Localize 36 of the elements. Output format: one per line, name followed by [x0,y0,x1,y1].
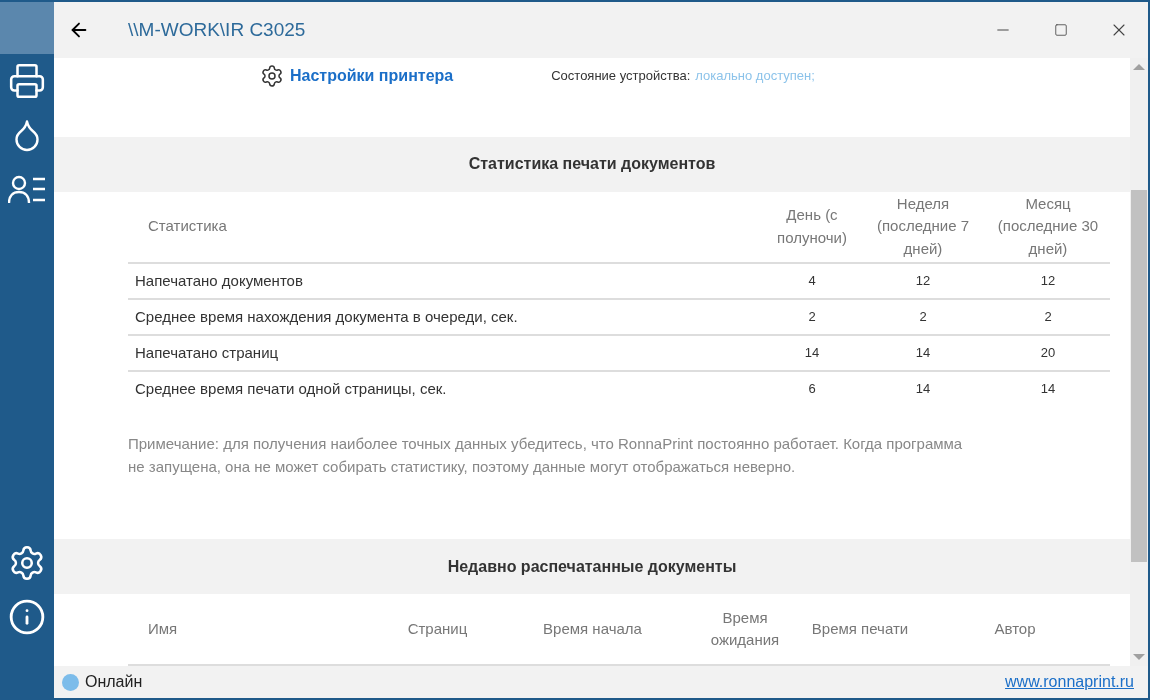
gear-icon[interactable] [260,64,284,88]
device-status-label: Состояние устройства: [551,68,691,83]
printer-settings-link[interactable]: Настройки принтера [260,64,454,88]
table-cell: Напечатано документов [128,263,764,300]
table-cell: 4 [764,263,860,300]
table-cell: 14 [764,335,860,372]
info-icon[interactable] [8,598,46,636]
device-status-value: локально доступен; [695,68,815,83]
window-title: \\M-WORK\IR C3025 [128,19,307,41]
table-cell: 2 [764,299,860,336]
table-cell: 2 [986,299,1110,336]
sidebar-header [0,2,54,54]
table-cell-text: 14 [914,380,932,399]
table-cell-text: 14 [1039,380,1057,399]
column-header: Месяц (последние 30 дней) [986,191,1110,264]
note-text: Примечание: для получения наиболее точных данных убедитесь, что RonnaPrint постоянно работает. Когда программа не запущена, она не может собирать статистику, поэтому данные могут отображаться неверно. [128,433,964,477]
printer-icon[interactable] [8,62,46,100]
user-list-icon[interactable] [8,174,46,204]
website-link[interactable]: www.ronnaprint.ru [1005,673,1134,691]
settings-icon[interactable] [8,544,46,582]
table-cell: 12 [860,263,986,300]
column-header: День (с полуночи) [764,191,860,264]
table-cell: 14 [860,335,986,372]
section-header: Статистика печати документов [54,136,1130,192]
online-status: Онлайн [85,673,144,691]
column-header: Статистика [128,191,764,264]
table-cell-text: 6 [807,380,817,399]
table-cell: Напечатано страниц [128,335,764,372]
table-cell: 2 [860,299,986,336]
section-header: Недавно распечатанные документы [54,539,1130,594]
table-cell-text: Среднее время печати одной страницы, сек. [134,379,448,400]
column-header: Неделя (последние 7 дней) [860,191,986,264]
table-cell: 20 [986,335,1110,372]
table-cell: Среднее время нахождения документа в очереди, сек. [128,299,764,336]
table-cell: 12 [986,263,1110,300]
maximize-icon[interactable] [1054,23,1068,37]
